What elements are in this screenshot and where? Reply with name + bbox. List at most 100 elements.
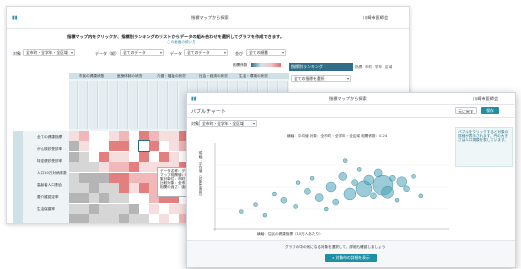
ranking-tab[interactable]: 市町 — [365, 65, 372, 69]
heatmap-cell[interactable] — [129, 214, 139, 223]
heatmap-cell[interactable] — [169, 214, 179, 223]
heatmap-cell[interactable] — [149, 131, 159, 141]
heatmap-cell[interactable] — [109, 203, 119, 214]
heatmap-cell[interactable] — [79, 151, 89, 162]
heatmap-cell[interactable] — [69, 183, 79, 193]
heatmap-cell[interactable] — [159, 203, 169, 214]
heatmap-cell[interactable] — [159, 214, 169, 223]
heatmap-cell[interactable] — [99, 162, 109, 173]
bubble-point[interactable] — [309, 176, 315, 181]
bubble-point[interactable] — [343, 187, 357, 201]
ranking-tab[interactable]: 学年 — [375, 65, 382, 69]
heatmap-cell[interactable] — [99, 193, 109, 204]
row-label[interactable]: がん検診受診率 — [37, 147, 62, 151]
heatmap-cell[interactable] — [109, 214, 119, 223]
heatmap-cell[interactable] — [79, 183, 89, 193]
heatmap-cell[interactable] — [69, 162, 79, 173]
column-header-cell[interactable] — [119, 81, 128, 129]
heatmap-cell[interactable] — [169, 151, 179, 162]
heatmap-cell[interactable] — [99, 131, 109, 141]
column-header-cell[interactable] — [139, 81, 148, 129]
heatmap-cell[interactable] — [129, 131, 139, 141]
bubble-point[interactable] — [342, 158, 348, 163]
target-select[interactable]: 全市町・全学年・全区域 ▾ — [199, 120, 257, 127]
row-label[interactable]: 要介護認定率 — [37, 195, 59, 199]
heatmap-cell[interactable] — [139, 214, 149, 223]
heatmap-cell[interactable] — [119, 193, 129, 204]
heatmap-cell[interactable] — [119, 131, 129, 141]
heatmap-cell[interactable] — [149, 203, 159, 214]
filter-horizontal-select[interactable]: 全てのデータ ▾ — [184, 49, 228, 56]
heatmap-cell[interactable] — [79, 172, 89, 183]
column-header-cell[interactable] — [129, 81, 138, 129]
heatmap-cell[interactable] — [149, 141, 159, 152]
heatmap-cell[interactable] — [149, 214, 159, 223]
bubble-point[interactable] — [357, 167, 362, 172]
heatmap-cell[interactable] — [109, 131, 119, 141]
bubble-point[interactable] — [418, 193, 423, 198]
heatmap-cell[interactable] — [89, 183, 99, 193]
app-logo-icon[interactable]: ▮▮ — [191, 96, 197, 102]
heatmap-cell[interactable] — [89, 193, 99, 204]
heatmap-cell[interactable] — [69, 214, 79, 223]
save-button[interactable]: 保存 — [481, 107, 499, 114]
help-link[interactable]: この画面の使い方 — [167, 40, 196, 44]
heatmap-cell[interactable] — [169, 131, 179, 141]
heatmap-cell[interactable] — [129, 183, 139, 193]
heatmap-cell[interactable] — [69, 203, 79, 214]
bubble-point[interactable] — [332, 198, 339, 206]
undo-button[interactable]: 元に戻す — [455, 107, 477, 114]
ranking-tab[interactable]: 区域 — [385, 65, 392, 69]
heatmap-cell[interactable] — [109, 162, 119, 173]
bubble-point[interactable] — [295, 180, 301, 185]
heatmap-cell[interactable] — [79, 162, 89, 173]
bubble-point[interactable] — [396, 176, 408, 187]
heatmap-cell[interactable] — [89, 151, 99, 162]
row-label[interactable]: 人口10万対病床数 — [37, 171, 67, 175]
heatmap-cell[interactable] — [79, 203, 89, 214]
row-label[interactable]: 生活保護率 — [37, 207, 55, 211]
bubble-point[interactable] — [411, 174, 416, 179]
heatmap-cell[interactable] — [129, 141, 139, 152]
heatmap-cell[interactable] — [69, 141, 79, 152]
bubble-point[interactable] — [370, 192, 377, 199]
filter-order-select[interactable]: 全ての順番 ▾ — [246, 49, 286, 56]
bubble-chart[interactable] — [213, 143, 449, 231]
heatmap-cell[interactable] — [89, 172, 99, 183]
bubble-point[interactable] — [314, 193, 324, 202]
heatmap-cell[interactable] — [139, 193, 149, 204]
heatmap-cell[interactable] — [119, 183, 129, 193]
bubble-point[interactable] — [293, 204, 298, 209]
heatmap-cell[interactable] — [159, 131, 169, 141]
row-label[interactable]: 特定健診受診率 — [37, 159, 62, 163]
bubble-point[interactable] — [389, 175, 396, 182]
bubble-point[interactable] — [381, 186, 394, 199]
heatmap-cell[interactable] — [109, 172, 119, 183]
bubble-point[interactable] — [324, 206, 329, 212]
bubble-point[interactable] — [394, 198, 400, 203]
column-header-cell[interactable] — [89, 81, 98, 129]
bubble-point[interactable] — [363, 174, 375, 186]
heatmap-cell[interactable] — [119, 141, 129, 152]
column-header-cell[interactable] — [149, 81, 158, 129]
heatmap-cell[interactable] — [139, 151, 149, 162]
bubble-point[interactable] — [351, 179, 358, 186]
heatmap-cell[interactable] — [169, 141, 179, 152]
bubble-point[interactable] — [239, 209, 244, 214]
column-header-cell[interactable] — [169, 81, 178, 129]
heatmap-cell[interactable] — [119, 203, 129, 214]
heatmap-cell[interactable] — [79, 193, 89, 204]
heatmap-cell[interactable] — [109, 183, 119, 193]
heatmap-cell[interactable] — [129, 193, 139, 204]
row-label[interactable]: 高齢者人口割合 — [37, 183, 62, 187]
heatmap-cell[interactable] — [99, 214, 109, 223]
bubble-point[interactable] — [338, 172, 348, 181]
heatmap-cell[interactable] — [69, 172, 79, 183]
heatmap-cell[interactable] — [149, 151, 159, 162]
bubble-point[interactable] — [304, 188, 311, 195]
heatmap-cell[interactable] — [99, 151, 109, 162]
column-header-cell[interactable] — [99, 81, 108, 129]
heatmap-cell[interactable] — [119, 214, 129, 223]
heatmap-cell[interactable] — [129, 172, 139, 183]
heatmap-cell[interactable] — [79, 214, 89, 223]
